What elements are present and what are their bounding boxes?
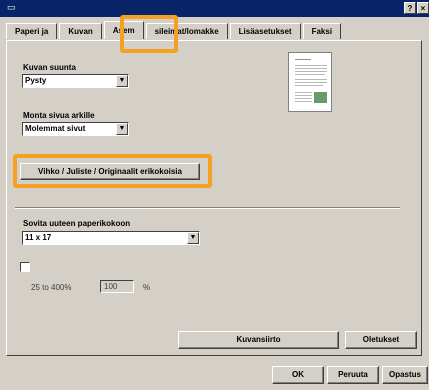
help-title-button[interactable]: ?	[404, 2, 416, 14]
orientation-select[interactable]: Pysty ▼	[22, 74, 129, 88]
ok-button[interactable]: OK	[272, 366, 324, 384]
preview-image	[314, 92, 327, 103]
cancel-button[interactable]: Peruuta	[327, 366, 379, 384]
zoom-checkbox[interactable]	[20, 262, 30, 272]
preview-text-line	[295, 92, 312, 93]
preview-text-line	[295, 71, 327, 72]
fit-to-paper-value: 11 x 17	[25, 233, 52, 242]
zoom-percent-input[interactable]: 100	[100, 280, 134, 293]
pages-per-sheet-select[interactable]: Molemmat sivut ▼	[22, 122, 129, 136]
pages-per-sheet-value: Molemmat sivut	[25, 124, 86, 133]
image-shift-button[interactable]: Kuvansiirto	[178, 331, 339, 349]
preview-text-line	[295, 74, 325, 75]
tab-advanced[interactable]: Lisäasetukset	[229, 23, 301, 39]
button-highlight	[13, 154, 212, 188]
orientation-value: Pysty	[25, 76, 47, 85]
chevron-down-icon[interactable]: ▼	[116, 123, 128, 135]
preview-text-line	[295, 101, 312, 102]
tab-highlight	[120, 15, 178, 53]
preview-text-line	[295, 98, 312, 99]
title-bar: ▭ ? ×	[0, 0, 429, 17]
tab-fax[interactable]: Faksi	[302, 23, 342, 39]
page-preview	[288, 52, 332, 112]
divider	[15, 207, 400, 209]
preview-text-line	[295, 65, 327, 66]
preview-text-line	[295, 95, 312, 96]
zoom-range-text: 25 to 400%	[31, 283, 72, 292]
defaults-button[interactable]: Oletukset	[345, 331, 417, 349]
tab-paper[interactable]: Paperi ja	[6, 23, 58, 39]
title-buttons: ? ×	[403, 2, 429, 14]
print-properties-dialog: ▭ ? × Paperi ja Kuvan Asem sileimat/loma…	[0, 0, 429, 390]
preview-text-line	[295, 85, 323, 86]
close-title-button[interactable]: ×	[417, 2, 429, 14]
pages-per-sheet-label: Monta sivua arkille	[23, 111, 95, 120]
fit-to-paper-label: Sovita uuteen paperikokoon	[23, 219, 131, 228]
help-button[interactable]: Opastus	[382, 366, 428, 384]
preview-title-line	[295, 59, 311, 60]
percent-unit: %	[143, 283, 151, 292]
tab-image[interactable]: Kuvan	[59, 23, 102, 39]
orientation-label: Kuvan suunta	[23, 63, 76, 72]
chevron-down-icon[interactable]: ▼	[187, 232, 199, 244]
chevron-down-icon[interactable]: ▼	[116, 75, 128, 87]
preview-text-line	[295, 68, 327, 69]
preview-text-line	[295, 79, 327, 80]
preview-text-line	[295, 82, 327, 83]
printer-icon: ▭	[7, 2, 16, 12]
fit-to-paper-select[interactable]: 11 x 17 ▼	[22, 231, 200, 245]
